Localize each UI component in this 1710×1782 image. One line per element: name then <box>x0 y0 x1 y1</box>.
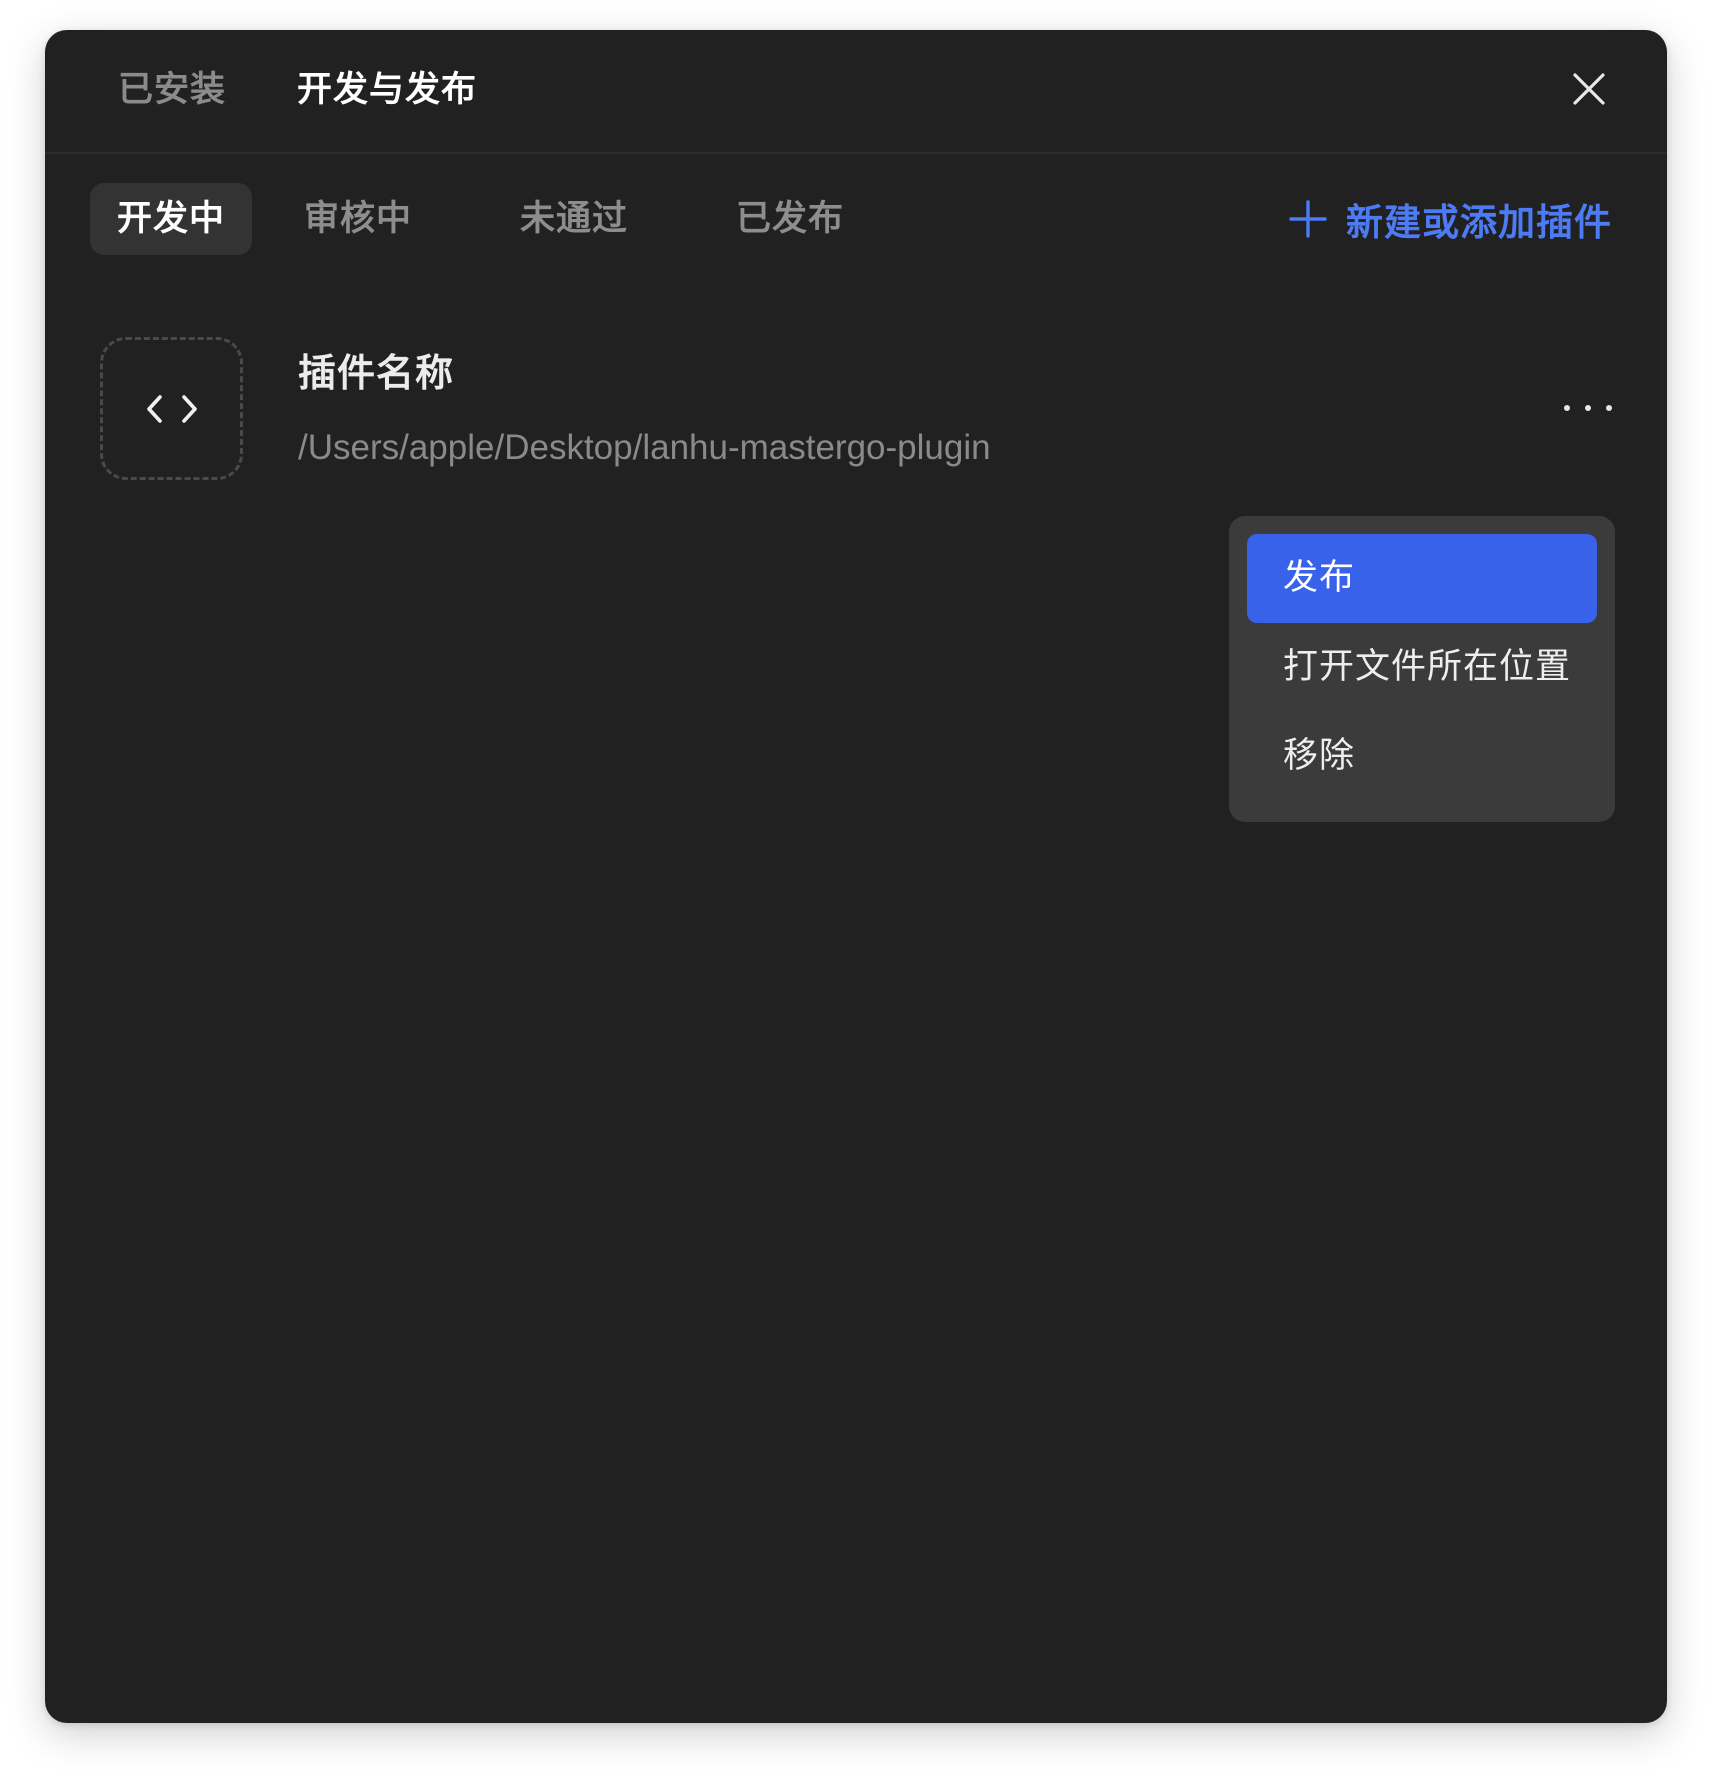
dialog-header: 已安装 开发与发布 <box>45 30 1667 154</box>
add-plugin-label: 新建或添加插件 <box>1346 201 1612 244</box>
subtab-in-development[interactable]: 开发中 <box>90 183 252 255</box>
close-button[interactable] <box>1567 67 1611 111</box>
plugin-icon-placeholder <box>100 337 243 480</box>
more-button[interactable] <box>1564 398 1612 418</box>
more-horizontal-icon <box>1564 405 1570 411</box>
menu-item-open-location[interactable]: 打开文件所在位置 <box>1247 623 1597 712</box>
menu-item-publish[interactable]: 发布 <box>1247 534 1597 623</box>
subtab-under-review[interactable]: 审核中 <box>298 183 418 255</box>
add-plugin-button[interactable]: 新建或添加插件 <box>1288 183 1612 255</box>
plus-icon <box>1289 200 1327 238</box>
tab-installed[interactable]: 已安装 <box>118 66 226 114</box>
subtab-published[interactable]: 已发布 <box>730 183 850 255</box>
tab-develop-publish[interactable]: 开发与发布 <box>297 66 477 114</box>
context-menu: 发布 打开文件所在位置 移除 <box>1229 516 1615 822</box>
code-brackets-icon <box>146 394 197 423</box>
menu-item-remove[interactable]: 移除 <box>1247 712 1597 801</box>
plugin-name: 插件名称 <box>298 351 455 395</box>
plugin-dialog: 已安装 开发与发布 开发中 审核中 未通过 已发布 新建或添加插件 插件名称 /… <box>45 30 1667 1723</box>
subtab-rejected[interactable]: 未通过 <box>514 183 634 255</box>
close-icon <box>1573 73 1605 105</box>
more-horizontal-icon <box>1606 405 1612 411</box>
more-horizontal-icon <box>1585 405 1591 411</box>
plugin-path: /Users/apple/Desktop/lanhu-mastergo-plug… <box>298 428 991 467</box>
